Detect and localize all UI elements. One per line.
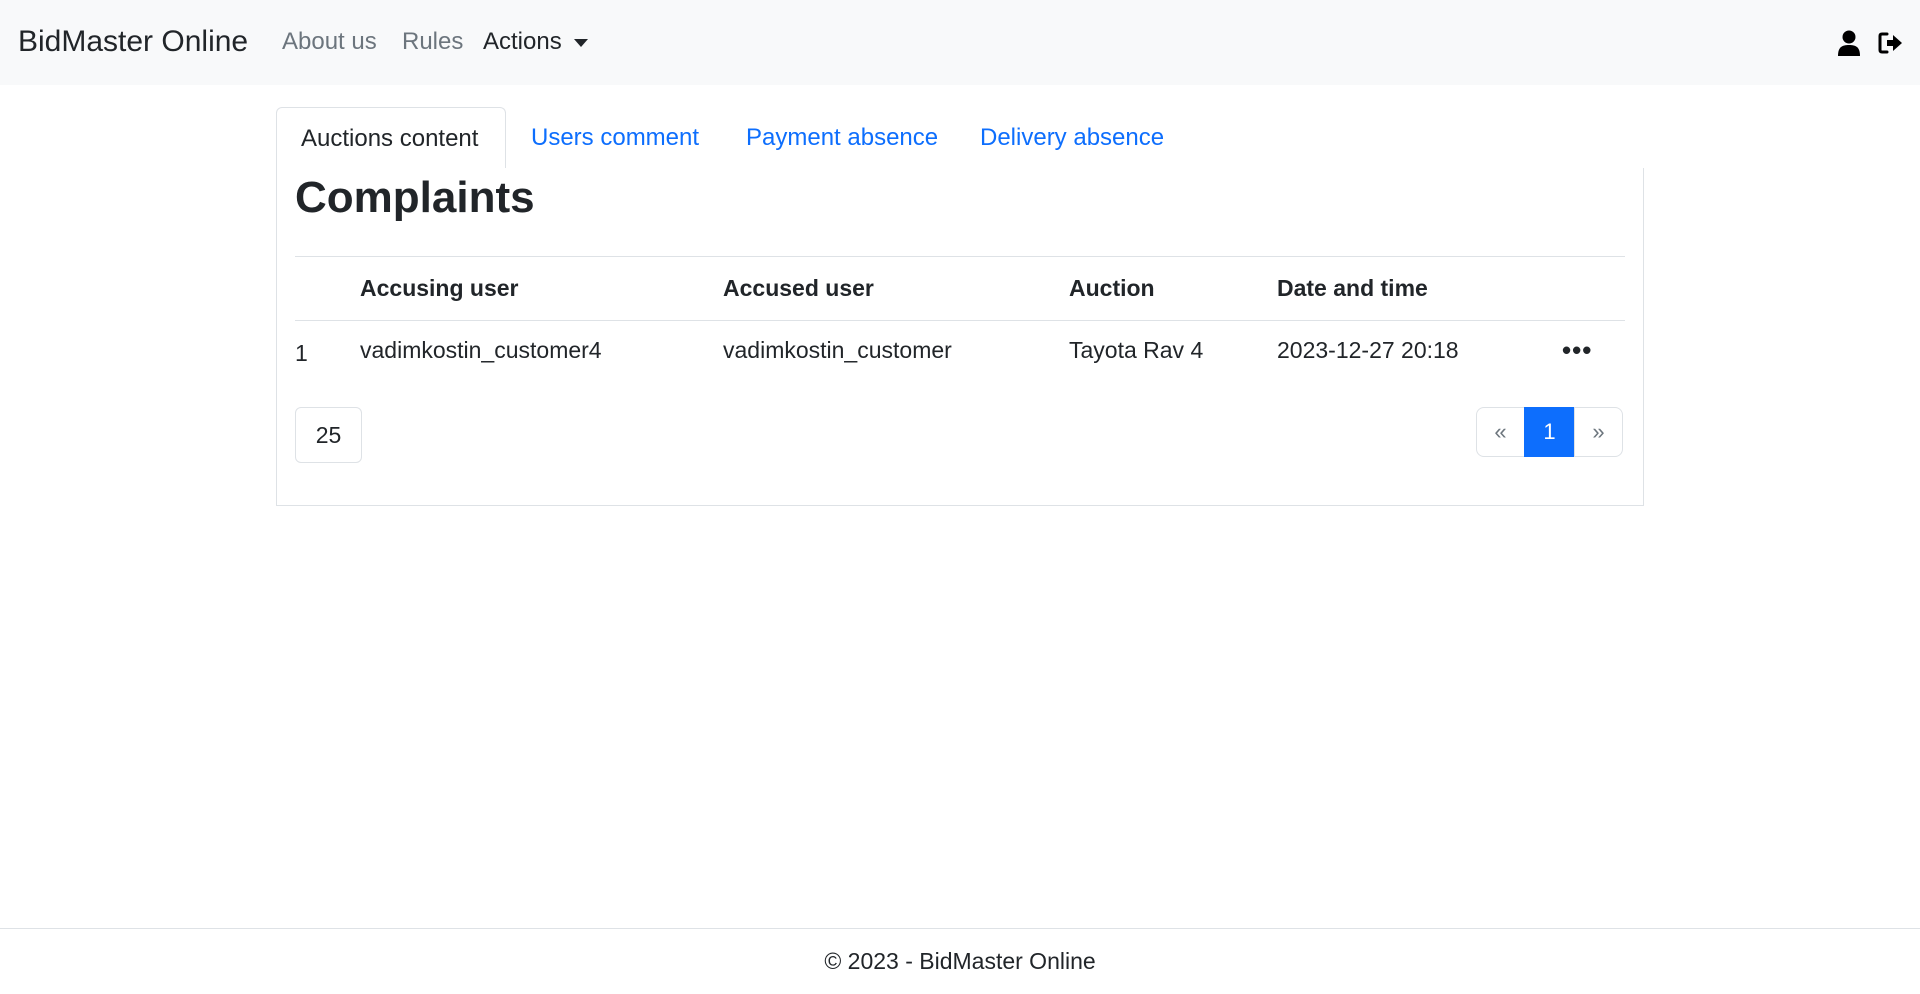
- tab-payment-absence[interactable]: Payment absence: [746, 107, 938, 169]
- footer: © 2023 - BidMaster Online: [0, 928, 1920, 994]
- pagination-next[interactable]: »: [1574, 407, 1623, 457]
- auction-cell: Tayota Rav 4: [1069, 337, 1204, 364]
- row-number: 1: [295, 340, 308, 367]
- footer-text: © 2023 - BidMaster Online: [824, 948, 1096, 974]
- logout-icon[interactable]: [1876, 28, 1906, 58]
- more-options-icon[interactable]: •••: [1562, 337, 1592, 363]
- pagination: « 1 »: [1476, 407, 1623, 457]
- caret-down-icon: [573, 39, 588, 47]
- complaints-table: Accusing user Accused user Auction Date …: [295, 256, 1625, 381]
- header-accused-user: Accused user: [723, 256, 1069, 321]
- header-accusing-user: Accusing user: [360, 256, 723, 321]
- actions-dropdown[interactable]: Actions: [483, 27, 588, 57]
- accusing-user-cell: vadimkostin_customer4: [360, 337, 602, 364]
- header-date-time: Date and time: [1277, 256, 1562, 321]
- datetime-cell: 2023-12-27 20:18: [1277, 337, 1459, 364]
- page-size-select[interactable]: 25: [295, 407, 362, 463]
- more-cell: •••: [1562, 321, 1625, 381]
- header-auction: Auction: [1069, 256, 1277, 321]
- table-header-row: Accusing user Accused user Auction Date …: [295, 256, 1625, 321]
- brand-logo[interactable]: BidMaster Online: [18, 24, 248, 60]
- header-number: [295, 256, 360, 321]
- header-actions: [1562, 256, 1625, 321]
- navbar: BidMaster Online About us Rules Actions: [0, 0, 1920, 85]
- accused-user-cell: vadimkostin_customer: [723, 337, 952, 364]
- user-icon[interactable]: [1834, 28, 1864, 58]
- pagination-page-1[interactable]: 1: [1524, 407, 1575, 457]
- complaint-tabs: Auctions content Users comment Payment a…: [276, 107, 1644, 170]
- page-title: Complaints: [295, 173, 535, 222]
- table-row: 1 vadimkostin_customer4 vadimkostin_cust…: [295, 321, 1625, 381]
- actions-dropdown-label: Actions: [483, 28, 562, 55]
- tab-users-comment[interactable]: Users comment: [531, 107, 699, 169]
- tab-auctions-content[interactable]: Auctions content: [276, 107, 506, 170]
- nav-link-rules[interactable]: Rules: [402, 27, 463, 57]
- pagination-prev[interactable]: «: [1476, 407, 1525, 457]
- tab-delivery-absence[interactable]: Delivery absence: [980, 107, 1164, 169]
- nav-link-about[interactable]: About us: [282, 27, 377, 57]
